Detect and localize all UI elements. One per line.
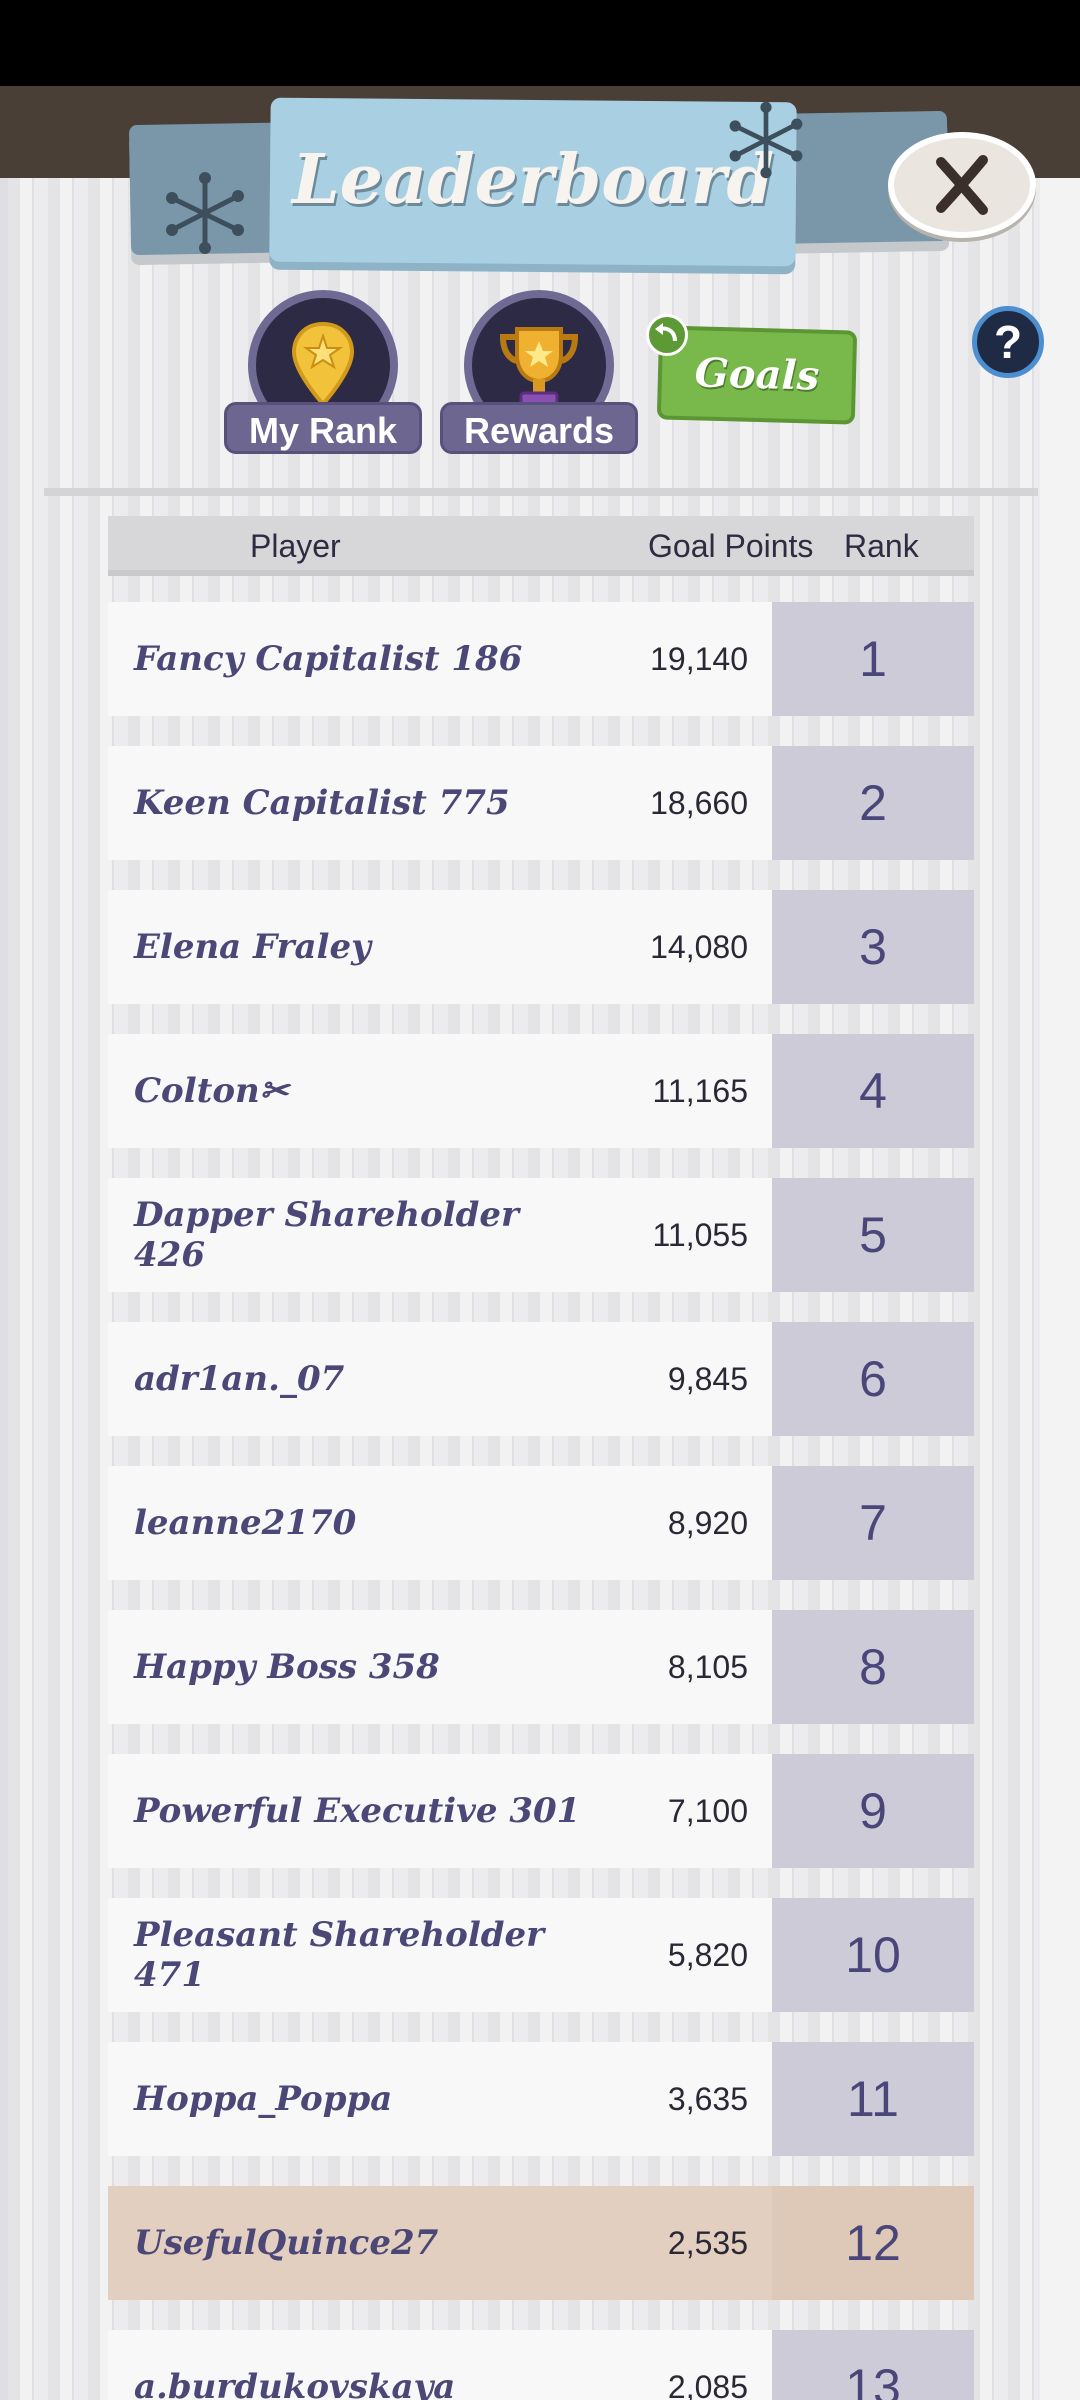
rank-number: 1 — [772, 602, 974, 716]
table-row[interactable]: Pleasant Shareholder 471 5,820 10 — [108, 1898, 974, 2012]
help-button[interactable]: ? — [972, 306, 1044, 378]
rank-number: 3 — [772, 890, 974, 1004]
rank-number: 8 — [772, 1610, 974, 1724]
back-arrow-icon — [646, 314, 688, 356]
rank-number: 11 — [772, 2042, 974, 2156]
close-icon — [936, 155, 988, 215]
goal-points: 11,165 — [652, 1073, 749, 1109]
rank-number: 10 — [772, 1898, 974, 2012]
player-name: a.burdukovskaya — [134, 2367, 456, 2400]
goal-points: 14,080 — [650, 929, 748, 965]
rank-number: 12 — [772, 2186, 974, 2300]
table-row[interactable]: Colton✂ 11,165 4 — [108, 1034, 974, 1148]
starburst-icon — [729, 101, 803, 179]
player-name: adr1an._07 — [134, 1359, 345, 1399]
column-header-goal-points: Goal Points — [648, 528, 814, 564]
goal-points: 2,535 — [667, 2225, 748, 2261]
player-name: Keen Capitalist 775 — [134, 783, 510, 823]
goal-points: 18,660 — [650, 785, 748, 821]
column-header-rank: Rank — [844, 528, 919, 564]
table-row[interactable]: Dapper Shareholder 426 11,055 5 — [108, 1178, 974, 1292]
divider — [44, 488, 1038, 496]
table-row[interactable]: adr1an._07 9,845 6 — [108, 1322, 974, 1436]
goal-points: 3,635 — [667, 2081, 748, 2117]
rewards-label[interactable]: Rewards — [440, 402, 638, 454]
goal-points: 19,140 — [650, 641, 748, 677]
goal-points: 11,055 — [652, 1217, 749, 1253]
player-name: Colton✂ — [134, 1071, 289, 1111]
goal-points: 8,920 — [667, 1505, 748, 1541]
table-header: Player Goal Points Rank — [108, 516, 974, 576]
player-name: Happy Boss 358 — [134, 1647, 440, 1687]
table-row[interactable]: UsefulQuince27 2,535 12 — [108, 2186, 974, 2300]
rank-number: 7 — [772, 1466, 974, 1580]
close-button[interactable] — [888, 132, 1036, 238]
map-pin-star-icon — [291, 321, 355, 407]
goal-points: 7,100 — [667, 1793, 748, 1829]
starburst-icon — [166, 172, 244, 254]
table-row[interactable]: Powerful Executive 301 7,100 9 — [108, 1754, 974, 1868]
status-bar — [0, 0, 1080, 86]
player-name: Powerful Executive 301 — [134, 1791, 581, 1831]
goal-points: 8,105 — [667, 1649, 748, 1685]
rank-number: 4 — [772, 1034, 974, 1148]
rank-number: 2 — [772, 746, 974, 860]
player-name: Dapper Shareholder 426 — [134, 1195, 519, 1275]
table-row[interactable]: Hoppa_Poppa 3,635 11 — [108, 2042, 974, 2156]
player-name: UsefulQuince27 — [134, 2223, 439, 2263]
rank-number: 13 — [772, 2330, 974, 2400]
trophy-icon — [499, 327, 579, 407]
rank-number: 6 — [772, 1322, 974, 1436]
column-header-player: Player — [250, 528, 341, 564]
goal-points: 5,820 — [667, 1937, 748, 1973]
player-name: Hoppa_Poppa — [134, 2079, 393, 2119]
table-row[interactable]: a.burdukovskaya 2,085 13 — [108, 2330, 974, 2400]
player-name: leanne2170 — [134, 1503, 357, 1543]
my-rank-label[interactable]: My Rank — [224, 402, 422, 454]
page-title: Leaderboard — [291, 140, 775, 220]
goal-points: 9,845 — [667, 1361, 748, 1397]
rank-number: 9 — [772, 1754, 974, 1868]
player-name: Elena Fraley — [134, 927, 371, 967]
table-row[interactable]: Fancy Capitalist 186 19,140 1 — [108, 602, 974, 716]
player-name: Pleasant Shareholder 471 — [134, 1915, 545, 1995]
table-row[interactable]: Elena Fraley 14,080 3 — [108, 890, 974, 1004]
table-row[interactable]: Keen Capitalist 775 18,660 2 — [108, 746, 974, 860]
rank-number: 5 — [772, 1178, 974, 1292]
goal-points: 2,085 — [667, 2369, 748, 2400]
table-row[interactable]: Happy Boss 358 8,105 8 — [108, 1610, 974, 1724]
table-row[interactable]: leanne2170 8,920 7 — [108, 1466, 974, 1580]
player-name: Fancy Capitalist 186 — [134, 639, 523, 679]
panel-edge — [1040, 178, 1080, 2400]
